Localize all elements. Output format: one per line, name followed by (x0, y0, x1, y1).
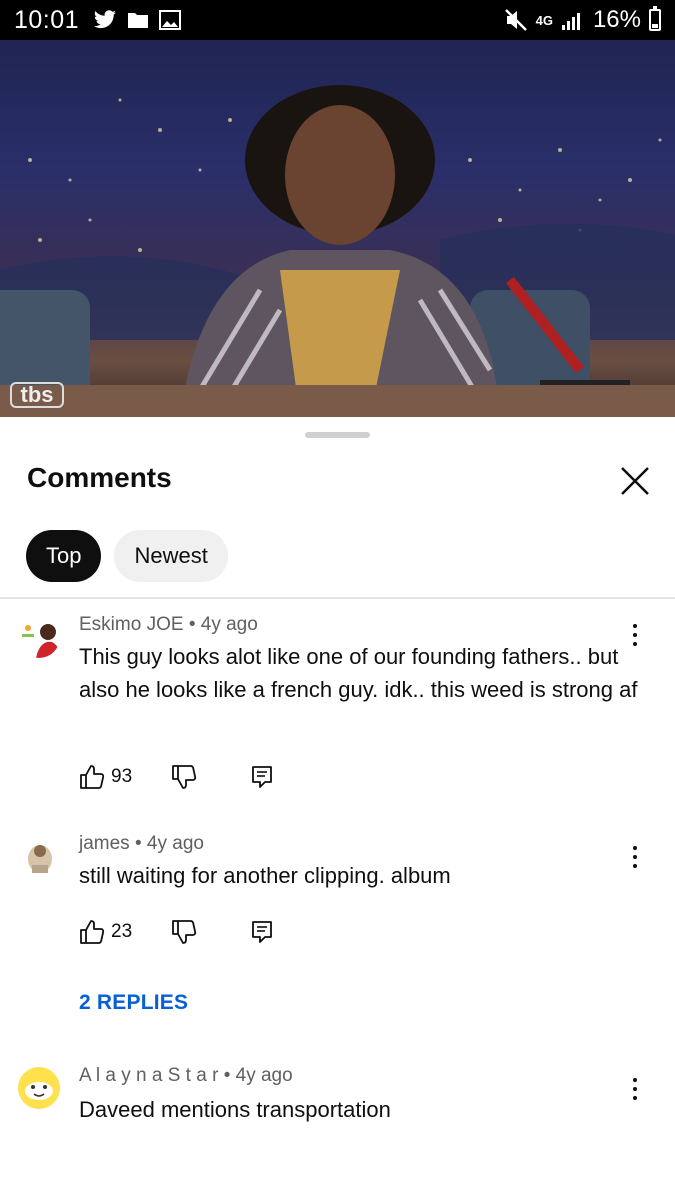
meta-separator: • (223, 1065, 236, 1086)
dislike-button[interactable] (170, 763, 198, 791)
notification-icons (93, 10, 182, 30)
drag-handle[interactable] (305, 432, 370, 438)
status-bar: 10:01 4G 16% (0, 0, 675, 40)
network-type: 4G (535, 12, 553, 28)
avatar[interactable] (18, 1067, 60, 1109)
close-icon (621, 467, 649, 495)
thumbs-down-icon (172, 765, 197, 789)
image-icon (159, 10, 182, 30)
battery-icon (649, 6, 661, 31)
mute-icon (504, 9, 527, 31)
comment-meta: james • 4y ago (79, 833, 204, 855)
comment-age: 4y ago (235, 1065, 293, 1086)
chip-top[interactable]: Top (26, 530, 102, 582)
comment-text: This guy looks alot like one of our foun… (79, 644, 638, 702)
tbs-watermark: tbs (10, 382, 64, 408)
reply-button[interactable] (248, 763, 276, 791)
comment-author[interactable]: Eskimo JOE (79, 614, 184, 635)
meta-separator: • (134, 833, 147, 854)
reply-button[interactable] (248, 918, 276, 946)
comments-title: Comments (27, 462, 172, 493)
video-subject (180, 85, 500, 417)
reply-icon (252, 766, 273, 788)
set-desk (0, 385, 675, 417)
avatar[interactable] (18, 835, 60, 877)
video-player[interactable]: tbs (0, 40, 675, 417)
avatar-image (18, 616, 60, 658)
close-button[interactable] (612, 458, 658, 504)
avatar[interactable] (18, 616, 60, 658)
avatar-image (18, 1067, 60, 1109)
comment-text: still waiting for another clipping. albu… (79, 863, 451, 888)
avatar-image (18, 835, 60, 877)
status-right: 4G 16% (504, 6, 661, 34)
battery-percent: 16% (592, 6, 641, 33)
sort-chips: Top Newest (26, 530, 228, 582)
status-time: 10:01 (14, 5, 80, 34)
comment-age: 4y ago (200, 614, 258, 635)
folder-icon (128, 13, 149, 28)
comment-text: Daveed mentions transportation (79, 1097, 391, 1122)
reply-icon (252, 921, 273, 943)
comment-author[interactable]: A l a y n a S t a r (79, 1065, 218, 1086)
like-count: 93 (111, 766, 133, 787)
signal-icon (561, 13, 580, 30)
chip-newest[interactable]: Newest (114, 530, 228, 582)
thumbs-up-icon (80, 920, 105, 944)
comment-meta: A l a y n a S t a r • 4y ago (79, 1065, 293, 1087)
thumbs-down-icon (172, 920, 197, 944)
dislike-button[interactable] (170, 918, 198, 946)
comment-actions: 23 (79, 917, 276, 947)
twitter-icon (94, 10, 117, 29)
meta-separator: • (188, 614, 201, 635)
comment-age: 4y ago (146, 833, 204, 854)
comment-actions: 93 (79, 762, 276, 792)
divider (0, 597, 675, 599)
comments-panel: Comments Top Newest Eskimo JOE • 4y ago (0, 418, 675, 1200)
thumbs-up-icon (80, 765, 105, 789)
view-replies-link[interactable]: 2 REPLIES (79, 991, 188, 1015)
like-button[interactable]: 23 (79, 919, 132, 945)
like-count: 23 (111, 921, 133, 942)
comment-author[interactable]: james (79, 833, 130, 854)
like-button[interactable]: 93 (79, 764, 132, 790)
comment-meta: Eskimo JOE • 4y ago (79, 614, 258, 636)
